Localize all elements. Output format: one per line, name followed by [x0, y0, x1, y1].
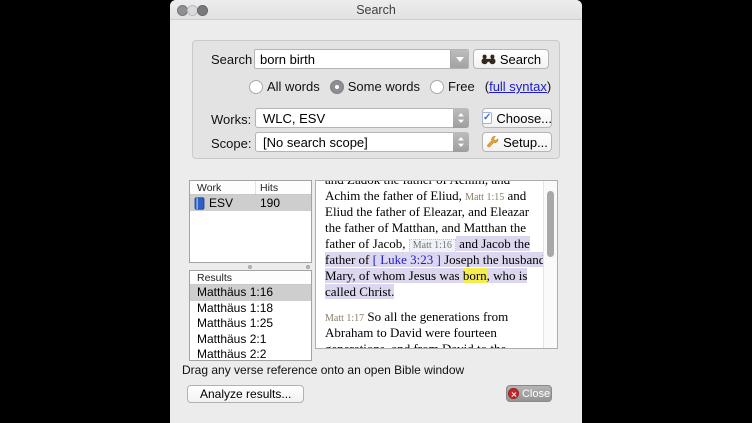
results-list: Results Matthäus 1:16 Matthäus 1:18 Matt…	[189, 270, 312, 361]
search-input-field[interactable]	[254, 49, 469, 69]
verse-ref[interactable]: Matt 1:17	[325, 313, 364, 324]
radio-circle-icon[interactable]	[430, 80, 444, 94]
highlighted-verse-text: and Jacob the	[456, 236, 530, 251]
radio-all-words[interactable]: All words	[249, 79, 320, 94]
checked-checkbox-icon: ✓	[482, 112, 492, 124]
highlighted-verse-text: called Christ.	[325, 284, 394, 299]
radio-all-words-label: All words	[267, 79, 320, 94]
close-button[interactable]: Close	[506, 385, 552, 402]
text-segment: Abraham to David were fourteen	[325, 325, 497, 340]
search-input[interactable]	[255, 52, 450, 67]
search-dialog: Search Search for: Search	[170, 0, 582, 423]
text-segment: Achim the father of Eliud,	[325, 188, 465, 203]
list-item[interactable]: Matthäus 1:16	[190, 285, 311, 301]
results-header-label: Results	[197, 272, 232, 284]
analyze-results-button[interactable]: Analyze results...	[187, 385, 304, 403]
bible-text-pane[interactable]: and Zadok the father of Achim, and Achim…	[315, 180, 558, 349]
scope-popup[interactable]: [No search scope]	[255, 132, 469, 152]
radio-circle-icon[interactable]	[249, 80, 263, 94]
search-button-label: Search	[500, 52, 541, 67]
radio-free[interactable]: Free	[430, 79, 475, 94]
up-down-stepper-icon[interactable]	[453, 108, 469, 128]
results-header[interactable]: Results	[190, 271, 311, 285]
close-button-label: Close	[522, 388, 550, 400]
match-options: All words Some words Free (full syntax)	[249, 79, 551, 94]
radio-free-label: Free	[448, 79, 475, 94]
verse-ref[interactable]: Matt 1:15	[465, 192, 504, 203]
hits-table-header[interactable]: Work Hits	[190, 181, 311, 195]
book-icon	[194, 197, 205, 210]
scope-label: Scope:	[211, 136, 251, 151]
vertical-scrollbar[interactable]	[543, 181, 557, 348]
radio-some-words-label: Some words	[348, 79, 420, 94]
splitter-handle-icon[interactable]	[248, 265, 252, 269]
wrench-icon	[486, 136, 499, 149]
work-column-header[interactable]: Work	[197, 182, 221, 194]
list-item[interactable]: Matthäus 2:2	[190, 347, 311, 363]
choose-button-label: Choose...	[496, 111, 552, 126]
highlighted-verse-text: Joseph the husband of	[441, 252, 543, 267]
highlighted-verse-text: Mary, of whom Jesus was	[325, 268, 463, 283]
analyze-results-label: Analyze results...	[200, 387, 291, 401]
full-syntax-link[interactable]: full syntax	[489, 79, 547, 94]
splitter-handle-icon[interactable]	[306, 265, 310, 269]
works-popup[interactable]: WLC, ESV	[255, 108, 469, 128]
table-row[interactable]: ESV 190	[190, 195, 311, 211]
red-x-circle-icon	[508, 388, 519, 399]
pane-splitter[interactable]	[189, 263, 312, 270]
paren-close: )	[547, 79, 551, 94]
works-popup-value: WLC, ESV	[256, 111, 453, 126]
search-options-group: Search for: Search A	[192, 40, 560, 159]
highlighted-verse-text: father of	[325, 252, 373, 267]
window-title: Search	[170, 3, 582, 17]
search-hit-word: born	[463, 268, 487, 283]
setup-button-label: Setup...	[503, 135, 548, 150]
list-item[interactable]: Matthäus 1:25	[190, 316, 311, 332]
full-syntax-wrap: (full syntax)	[485, 79, 552, 94]
highlighted-verse-text: , who is	[487, 268, 528, 283]
text-segment: and Zadok the father of Achim, and	[325, 180, 510, 187]
title-bar[interactable]: Search	[170, 0, 582, 20]
hits-count: 190	[260, 196, 280, 210]
search-button[interactable]: Search	[473, 49, 549, 69]
verse-ref-selected[interactable]: Matt 1:16	[409, 239, 456, 252]
text-segment: generations, and from David to the	[325, 341, 506, 349]
binoculars-icon	[481, 54, 496, 65]
scope-popup-value: [No search scope]	[256, 135, 453, 150]
text-segment: So all the generations from	[364, 309, 508, 324]
text-segment: Eliud the father of Eleazar, and Eleazar	[325, 204, 529, 219]
text-segment: father of Jacob,	[325, 236, 409, 251]
list-item[interactable]: Matthäus 1:18	[190, 301, 311, 317]
drag-hint-text: Drag any verse reference onto an open Bi…	[182, 363, 464, 377]
setup-button[interactable]: Setup...	[482, 132, 552, 152]
hits-table: Work Hits ESV 190	[189, 180, 312, 263]
cross-reference-link[interactable]: [ Luke 3:23 ]	[373, 252, 441, 267]
up-down-stepper-icon[interactable]	[453, 132, 469, 152]
column-divider	[255, 181, 256, 194]
bible-text: and Zadok the father of Achim, and Achim…	[325, 180, 543, 349]
hits-column-header[interactable]: Hits	[260, 182, 278, 194]
radio-circle-selected-icon[interactable]	[330, 80, 344, 94]
radio-some-words[interactable]: Some words	[330, 79, 420, 94]
works-label: Works:	[211, 112, 251, 127]
choose-button[interactable]: ✓ Choose...	[482, 108, 552, 128]
text-segment: the father of Matthan, and Matthan the	[325, 220, 526, 235]
blank-line	[325, 300, 543, 309]
text-segment: and	[504, 188, 526, 203]
list-item[interactable]: Matthäus 2:1	[190, 332, 311, 348]
chevron-down-icon[interactable]	[450, 50, 468, 68]
scrollbar-thumb[interactable]	[547, 191, 554, 257]
work-name: ESV	[209, 196, 233, 210]
